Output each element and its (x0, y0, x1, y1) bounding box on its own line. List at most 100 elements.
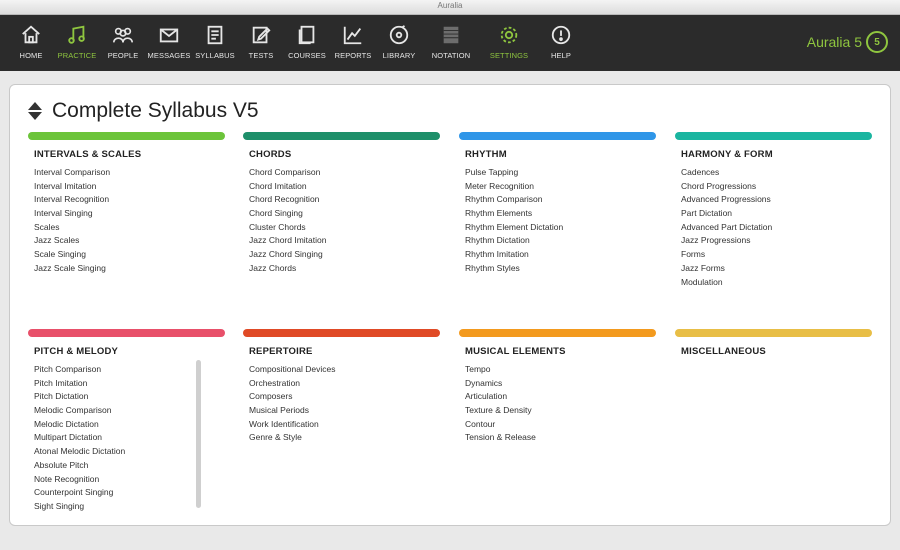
syllabus-item[interactable]: Texture & Density (465, 404, 656, 418)
syllabus-item[interactable]: Rhythm Imitation (465, 248, 656, 262)
syllabus-item[interactable]: Chord Singing (249, 207, 440, 221)
category-color-bar (243, 132, 440, 140)
syllabus-item[interactable]: Compositional Devices (249, 363, 440, 377)
syllabus-item[interactable]: Part Dictation (681, 207, 872, 221)
toolbar-tests-button[interactable]: TESTS (238, 15, 284, 71)
toolbar-settings-button[interactable]: SETTINGS (480, 15, 538, 71)
syllabus-item[interactable]: Jazz Chords (249, 262, 440, 276)
category-item-list: Pulse Tapping Meter Recognition Rhythm Com… (465, 166, 656, 276)
brand-name: Auralia 5 (806, 34, 862, 50)
syllabus-item[interactable]: Jazz Scales (34, 234, 225, 248)
category-title[interactable]: MISCELLANEOUS (681, 346, 872, 357)
toolbar-messages-button[interactable]: MESSAGES (146, 15, 192, 71)
syllabus-item[interactable]: Interval Imitation (34, 180, 225, 194)
syllabus-item[interactable]: Rhythm Dictation (465, 234, 656, 248)
window-titlebar: Auralia (0, 0, 900, 15)
category-color-bar (28, 329, 225, 337)
syllabus-item[interactable]: Scales (34, 221, 225, 235)
toolbar-practice-button[interactable]: PRACTICE (54, 15, 100, 71)
syllabus-item[interactable]: Tempo (465, 363, 656, 377)
toolbar-label: COURSES (288, 51, 326, 60)
syllabus-item[interactable]: Pulse Tapping (465, 166, 656, 180)
syllabus-item[interactable]: Musical Periods (249, 404, 440, 418)
syllabus-item[interactable]: Jazz Chord Singing (249, 248, 440, 262)
window-bottom (0, 527, 900, 550)
syllabus-item[interactable]: Contour (465, 418, 656, 432)
syllabus-item[interactable]: Meter Recognition (465, 180, 656, 194)
chart-icon (343, 26, 362, 45)
syllabus-item[interactable]: Cadences (681, 166, 872, 180)
category-title[interactable]: MUSICAL ELEMENTS (465, 346, 656, 357)
syllabus-item[interactable]: Jazz Chord Imitation (249, 234, 440, 248)
category-color-bar (243, 329, 440, 337)
syllabus-item[interactable]: Rhythm Element Dictation (465, 221, 656, 235)
toolbar-label: SETTINGS (489, 51, 529, 60)
category-title[interactable]: CHORDS (249, 149, 440, 160)
syllabus-item[interactable]: Chord Imitation (249, 180, 440, 194)
syllabus-item[interactable]: Articulation (465, 390, 656, 404)
syllabus-item[interactable]: Jazz Scale Singing (34, 262, 225, 276)
sort-updown-icon[interactable] (28, 102, 42, 120)
syllabus-item[interactable]: Chord Comparison (249, 166, 440, 180)
syllabus-item[interactable]: Interval Singing (34, 207, 225, 221)
syllabus-item[interactable]: Composers (249, 390, 440, 404)
syllabus-item[interactable]: Advanced Progressions (681, 193, 872, 207)
category-item-list: Cadences Chord Progressions Advanced Progr… (681, 166, 872, 289)
toolbar-home-button[interactable]: HOME (8, 15, 54, 71)
syllabus-item[interactable]: Dynamics (465, 377, 656, 391)
syllabus-item[interactable]: Modulation (681, 276, 872, 290)
syllabus-item[interactable]: Rhythm Styles (465, 262, 656, 276)
notation-icon (443, 26, 459, 44)
category-title[interactable]: RHYTHM (465, 149, 656, 160)
toolbar-label: PRACTICE (57, 51, 97, 60)
page-title: Complete Syllabus V5 (52, 99, 259, 122)
category-harmony-form: HARMONY & FORM Cadences Chord Progressions… (675, 132, 872, 289)
category-chords: CHORDS Chord Comparison Chord Imitation Cho… (243, 132, 440, 276)
toolbar-library-button[interactable]: LIBRARY (376, 15, 422, 71)
syllabus-item[interactable]: Interval Comparison (34, 166, 225, 180)
category-title[interactable]: INTERVALS & SCALES (34, 149, 225, 160)
syllabus-item[interactable]: Orchestration (249, 377, 440, 391)
category-item-list: Compositional Devices Orchestration Compos… (249, 363, 440, 445)
category-rhythm: RHYTHM Pulse Tapping Meter Recognition Rhyt… (459, 132, 656, 276)
syllabus-item[interactable]: Advanced Part Dictation (681, 221, 872, 235)
syllabus-item[interactable]: Tension & Release (465, 431, 656, 445)
courses-icon (298, 25, 315, 45)
syllabus-item[interactable]: Rhythm Elements (465, 207, 656, 221)
toolbar-notation-button[interactable]: NOTATION (422, 15, 480, 71)
brand-badge-text: 5 (874, 36, 880, 48)
syllabus-item[interactable]: Work Identification (249, 418, 440, 432)
syllabus-item[interactable]: Rhythm Comparison (465, 193, 656, 207)
syllabus-item[interactable]: Jazz Progressions (681, 234, 872, 248)
music-note-icon (68, 25, 85, 44)
syllabus-item[interactable]: Jazz Forms (681, 262, 872, 276)
syllabus-item[interactable]: Chord Recognition (249, 193, 440, 207)
toolbar-reports-button[interactable]: REPORTS (330, 15, 376, 71)
toolbar-label: HOME (19, 51, 43, 60)
category-miscellaneous: MISCELLANEOUS (675, 329, 872, 363)
toolbar-people-button[interactable]: PEOPLE (100, 15, 146, 71)
category-item-list: Interval Comparison Interval Imitation Int… (34, 166, 225, 276)
toolbar-courses-button[interactable]: COURSES (284, 15, 330, 71)
syllabus-item[interactable]: Genre & Style (249, 431, 440, 445)
toolbar-label: SYLLABUS (195, 51, 235, 60)
brand-badge-icon: 5 (866, 31, 888, 53)
toolbar-syllabus-button[interactable]: SYLLABUS (192, 15, 238, 71)
home-icon (22, 25, 40, 44)
pitch-melody-scrollbar[interactable] (196, 360, 201, 508)
envelope-icon (159, 28, 179, 43)
category-title[interactable]: HARMONY & FORM (681, 149, 872, 160)
category-title[interactable]: REPERTOIRE (249, 346, 440, 357)
syllabus-item[interactable]: Scale Singing (34, 248, 225, 262)
syllabus-item[interactable]: Forms (681, 248, 872, 262)
toolbar-help-button[interactable]: HELP (538, 15, 584, 71)
category-repertoire: REPERTOIRE Compositional Devices Orchestra… (243, 329, 440, 445)
category-title[interactable]: PITCH & MELODY (34, 346, 225, 357)
test-edit-icon (252, 26, 271, 44)
syllabus-item[interactable]: Chord Progressions (681, 180, 872, 194)
toolbar-label: HELP (551, 51, 571, 60)
main-toolbar: HOME PRACTICE PEOPLE MESSAGES SYLLABUS T… (0, 15, 900, 71)
toolbar-label: NOTATION (431, 51, 471, 60)
syllabus-item[interactable]: Interval Recognition (34, 193, 225, 207)
syllabus-item[interactable]: Cluster Chords (249, 221, 440, 235)
